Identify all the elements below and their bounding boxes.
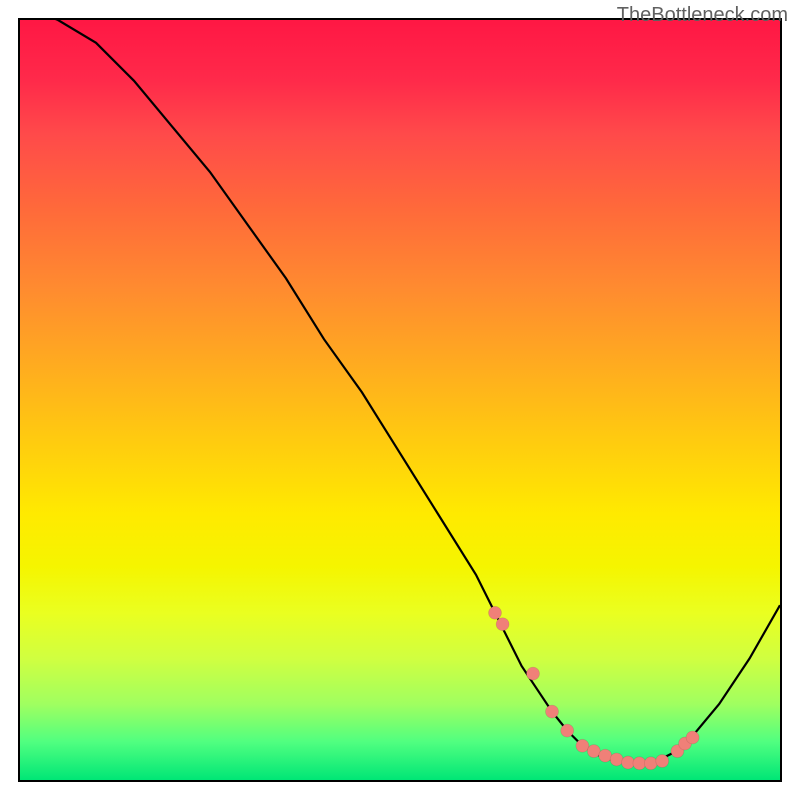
- chart-svg: [20, 20, 780, 780]
- curve-marker: [656, 755, 669, 768]
- curve-marker: [587, 745, 600, 758]
- curve-markers: [489, 606, 700, 769]
- curve-marker: [496, 618, 509, 631]
- curve-marker: [599, 749, 612, 762]
- curve-marker: [633, 757, 646, 770]
- curve-marker: [561, 724, 574, 737]
- curve-marker: [546, 705, 559, 718]
- curve-marker: [610, 753, 623, 766]
- curve-marker: [489, 606, 502, 619]
- curve-marker: [644, 757, 657, 770]
- watermark-text: TheBottleneck.com: [617, 4, 788, 27]
- curve-marker: [576, 739, 589, 752]
- curve-marker: [622, 756, 635, 769]
- chart-plot-area: [18, 18, 782, 782]
- curve-marker: [686, 731, 699, 744]
- bottleneck-curve-path: [20, 20, 780, 763]
- curve-marker: [527, 667, 540, 680]
